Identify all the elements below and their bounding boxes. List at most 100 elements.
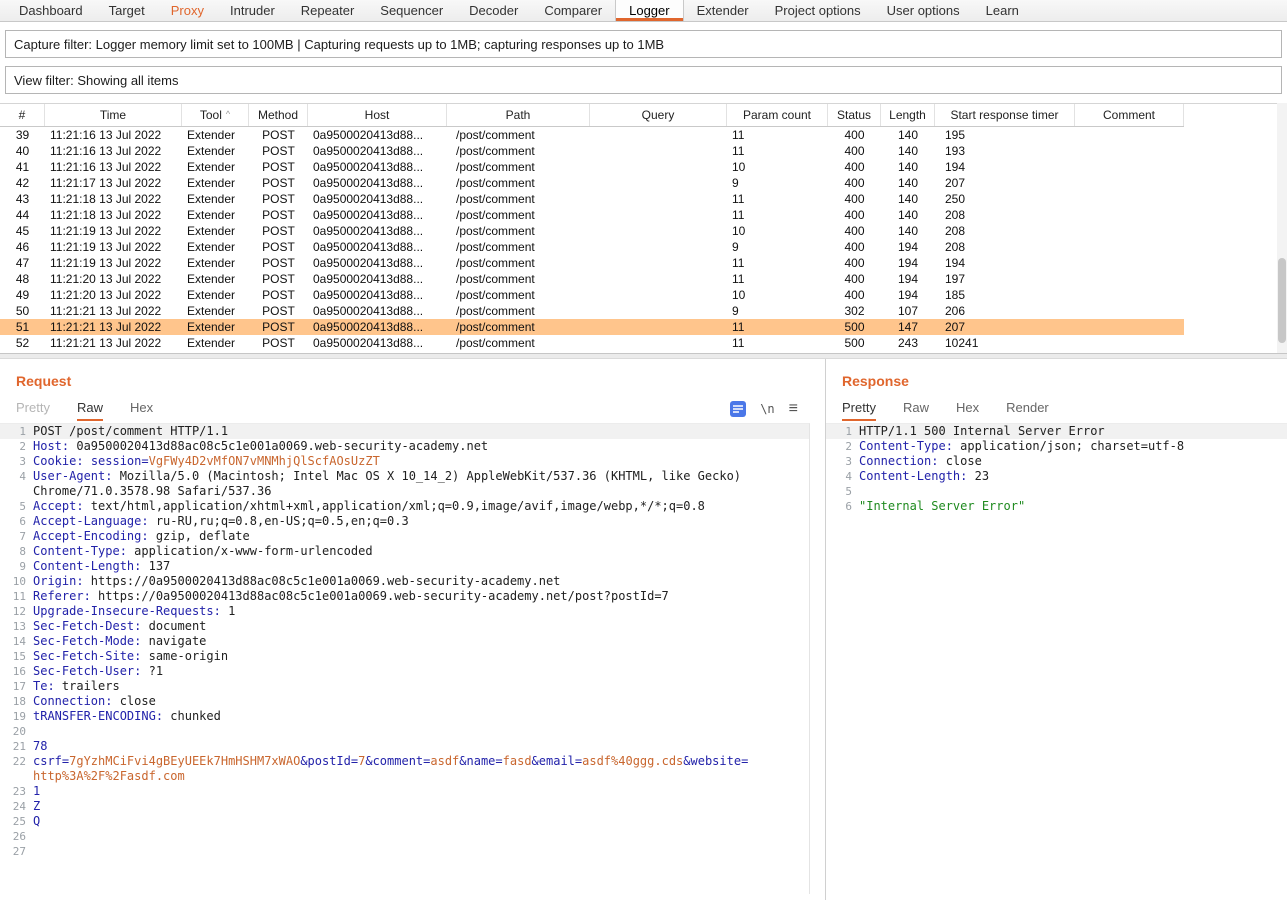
tab-logger[interactable]: Logger: [615, 0, 683, 21]
tab-proxy[interactable]: Proxy: [158, 0, 217, 21]
cell-method: POST: [249, 207, 308, 223]
tab-intruder[interactable]: Intruder: [217, 0, 288, 21]
cell-path: /post/comment: [447, 271, 590, 287]
column-header-comment[interactable]: Comment: [1075, 104, 1184, 126]
column-header-query[interactable]: Query: [590, 104, 727, 126]
line-number: 13: [0, 619, 33, 634]
line-number: 7: [0, 529, 33, 544]
line-number: 6: [826, 499, 859, 514]
cell-status: 400: [828, 191, 881, 207]
editor-menu-icon[interactable]: ≡: [789, 401, 798, 417]
tab-raw[interactable]: Raw: [77, 399, 103, 421]
tab-dashboard[interactable]: Dashboard: [6, 0, 96, 21]
cell-length: 243: [881, 335, 935, 351]
table-scrollbar[interactable]: [1277, 103, 1287, 353]
cell-tool: Extender: [182, 319, 249, 335]
soft-wrap-icon[interactable]: [730, 401, 746, 417]
cell-tool: Extender: [182, 239, 249, 255]
cell-query: [590, 319, 727, 335]
table-row[interactable]: 4711:21:19 13 Jul 2022ExtenderPOST0a9500…: [0, 255, 1184, 271]
log-table-header: #TimeTool^MethodHostPathQueryParam count…: [0, 104, 1184, 127]
column-header-tool[interactable]: Tool^: [182, 104, 249, 126]
tab-extender[interactable]: Extender: [684, 0, 762, 21]
cell-status: 302: [828, 303, 881, 319]
tab-pretty[interactable]: Pretty: [842, 399, 876, 421]
cell-path: /post/comment: [447, 239, 590, 255]
line-number: 25: [0, 814, 33, 829]
cell-length: 140: [881, 223, 935, 239]
table-row[interactable]: 5111:21:21 13 Jul 2022ExtenderPOST0a9500…: [0, 319, 1184, 335]
tab-repeater[interactable]: Repeater: [288, 0, 367, 21]
tab-comparer[interactable]: Comparer: [531, 0, 615, 21]
editor-line: 7Accept-Encoding: gzip, deflate: [0, 529, 809, 544]
table-row[interactable]: 4911:21:20 13 Jul 2022ExtenderPOST0a9500…: [0, 287, 1184, 303]
tab-user-options[interactable]: User options: [874, 0, 973, 21]
tab-learn[interactable]: Learn: [973, 0, 1032, 21]
cell-tool: Extender: [182, 127, 249, 143]
cell-status: 500: [828, 335, 881, 351]
response-tabs: Pretty Raw Hex Render: [842, 399, 1076, 421]
table-row[interactable]: 4211:21:17 13 Jul 2022ExtenderPOST0a9500…: [0, 175, 1184, 191]
column-header-path[interactable]: Path: [447, 104, 590, 126]
cell-host: 0a9500020413d88...: [308, 223, 447, 239]
cell-tool: Extender: [182, 335, 249, 351]
line-number: 4: [0, 469, 33, 484]
cell-tool: Extender: [182, 287, 249, 303]
column-header-time[interactable]: Time: [45, 104, 182, 126]
table-row[interactable]: 4311:21:18 13 Jul 2022ExtenderPOST0a9500…: [0, 191, 1184, 207]
editor-line: http%3A%2F%2Fasdf.com: [0, 769, 809, 784]
cell-params: 11: [727, 191, 828, 207]
table-row[interactable]: 4811:21:20 13 Jul 2022ExtenderPOST0a9500…: [0, 271, 1184, 287]
cell-comment: [1075, 271, 1184, 287]
cell-time: 11:21:18 13 Jul 2022: [45, 207, 182, 223]
tab-decoder[interactable]: Decoder: [456, 0, 531, 21]
cell-host: 0a9500020413d88...: [308, 255, 447, 271]
tab-hex[interactable]: Hex: [956, 399, 979, 421]
capture-filter-bar[interactable]: Capture filter: Logger memory limit set …: [5, 30, 1282, 58]
column-header-num[interactable]: #: [0, 104, 45, 126]
cell-status: 400: [828, 143, 881, 159]
tab-project-options[interactable]: Project options: [762, 0, 874, 21]
cell-timer: 194: [935, 255, 1075, 271]
cell-params: 11: [727, 255, 828, 271]
response-editor[interactable]: 1HTTP/1.1 500 Internal Server Error2Cont…: [826, 423, 1287, 894]
line-number: 9: [0, 559, 33, 574]
tab-raw[interactable]: Raw: [903, 399, 929, 421]
table-row[interactable]: 5011:21:21 13 Jul 2022ExtenderPOST0a9500…: [0, 303, 1184, 319]
table-row[interactable]: 5211:21:21 13 Jul 2022ExtenderPOST0a9500…: [0, 335, 1184, 351]
tab-pretty[interactable]: Pretty: [16, 399, 50, 421]
table-row[interactable]: 4411:21:18 13 Jul 2022ExtenderPOST0a9500…: [0, 207, 1184, 223]
cell-host: 0a9500020413d88...: [308, 287, 447, 303]
cell-path: /post/comment: [447, 287, 590, 303]
cell-comment: [1075, 223, 1184, 239]
column-header-timer[interactable]: Start response timer: [935, 104, 1075, 126]
cell-num: 48: [0, 271, 45, 287]
column-header-params[interactable]: Param count: [727, 104, 828, 126]
tab-render[interactable]: Render: [1006, 399, 1049, 421]
column-header-length[interactable]: Length: [881, 104, 935, 126]
view-filter-bar[interactable]: View filter: Showing all items: [5, 66, 1282, 94]
tab-sequencer[interactable]: Sequencer: [367, 0, 456, 21]
table-row[interactable]: 4511:21:19 13 Jul 2022ExtenderPOST0a9500…: [0, 223, 1184, 239]
table-row[interactable]: 4611:21:19 13 Jul 2022ExtenderPOST0a9500…: [0, 239, 1184, 255]
show-newlines-icon[interactable]: \n: [760, 402, 774, 416]
line-number: 18: [0, 694, 33, 709]
cell-method: POST: [249, 159, 308, 175]
cell-params: 11: [727, 143, 828, 159]
tab-hex[interactable]: Hex: [130, 399, 153, 421]
cell-length: 140: [881, 207, 935, 223]
table-row[interactable]: 4111:21:16 13 Jul 2022ExtenderPOST0a9500…: [0, 159, 1184, 175]
tab-target[interactable]: Target: [96, 0, 158, 21]
column-header-status[interactable]: Status: [828, 104, 881, 126]
column-header-host[interactable]: Host: [308, 104, 447, 126]
cell-path: /post/comment: [447, 335, 590, 351]
table-row[interactable]: 4011:21:16 13 Jul 2022ExtenderPOST0a9500…: [0, 143, 1184, 159]
table-scrollbar-thumb[interactable]: [1278, 258, 1286, 343]
request-editor[interactable]: 1POST /post/comment HTTP/1.12Host: 0a950…: [0, 423, 810, 894]
table-row[interactable]: 3911:21:16 13 Jul 2022ExtenderPOST0a9500…: [0, 127, 1184, 143]
editor-line: 13Sec-Fetch-Dest: document: [0, 619, 809, 634]
cell-tool: Extender: [182, 191, 249, 207]
cell-time: 11:21:21 13 Jul 2022: [45, 335, 182, 351]
column-header-method[interactable]: Method: [249, 104, 308, 126]
editor-line: 2Content-Type: application/json; charset…: [826, 439, 1287, 454]
